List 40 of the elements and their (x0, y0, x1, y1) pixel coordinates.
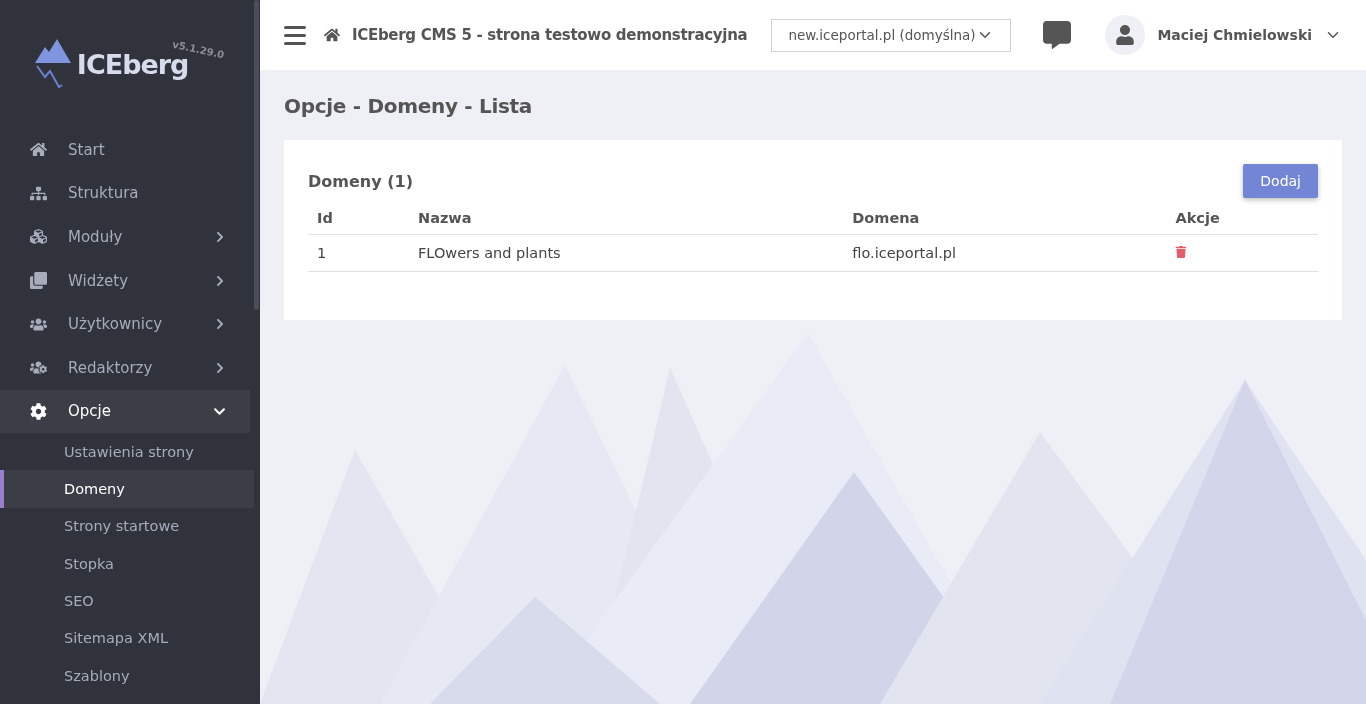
sitemap-icon (30, 184, 47, 202)
logo-mountain-icon (34, 39, 73, 89)
home-icon (30, 141, 47, 159)
scrollbar[interactable] (254, 0, 259, 310)
chat-icon[interactable] (1043, 21, 1072, 49)
submenu-item[interactable]: Domeny (0, 470, 254, 508)
submenu-item[interactable]: Stopka (0, 545, 254, 583)
site-title: ICEberg CMS 5 - strona testowo demonstracyjna (352, 26, 748, 44)
user-icon (1115, 25, 1136, 45)
submenu-item[interactable]: Szablony (0, 656, 254, 695)
column-header: Domena (843, 202, 1167, 235)
user-name[interactable]: Maciej Chmielowski (1157, 27, 1312, 43)
sidebar-item[interactable]: Użytkownicy (0, 302, 250, 346)
sidebar-item[interactable]: Struktura (0, 171, 250, 216)
sidebar-item[interactable]: Moduły (0, 215, 250, 259)
column-header: Id (308, 202, 409, 235)
settings-icon (30, 402, 47, 420)
column-header: Akcje (1166, 202, 1318, 235)
table-cell: FLOwers and plants (409, 234, 844, 272)
submenu-item[interactable]: SEO (0, 582, 254, 620)
domain-select[interactable]: new.iceportal.pl (domyślna) (771, 18, 1012, 52)
submenu-item[interactable]: Sitemapa XML (0, 619, 254, 657)
sidebar-item[interactable]: Start (0, 128, 250, 172)
page-title: Opcje - Domeny - Lista (284, 94, 534, 118)
sidebar-item[interactable]: Opcje (0, 389, 250, 434)
avatar[interactable] (1105, 15, 1146, 55)
windows-icon (30, 272, 47, 290)
add-button[interactable]: Dodaj (1243, 164, 1318, 198)
submenu-item[interactable]: Strony startowe (0, 507, 254, 546)
menu-icon[interactable] (284, 25, 306, 45)
sidebar-item[interactable]: Widżety (0, 258, 250, 303)
delete-icon[interactable] (1175, 246, 1188, 258)
card-title: Domeny (1) (308, 171, 413, 191)
table-cell: flo.iceportal.pl (843, 234, 1167, 272)
submenu-item[interactable]: Ustawienia strony (0, 433, 254, 471)
sidebar-item[interactable]: Redaktorzy (0, 345, 250, 390)
column-header: Nazwa (409, 202, 844, 235)
home-icon[interactable] (324, 27, 340, 43)
table-cell: 1 (308, 234, 409, 272)
cubes-icon (30, 228, 47, 246)
